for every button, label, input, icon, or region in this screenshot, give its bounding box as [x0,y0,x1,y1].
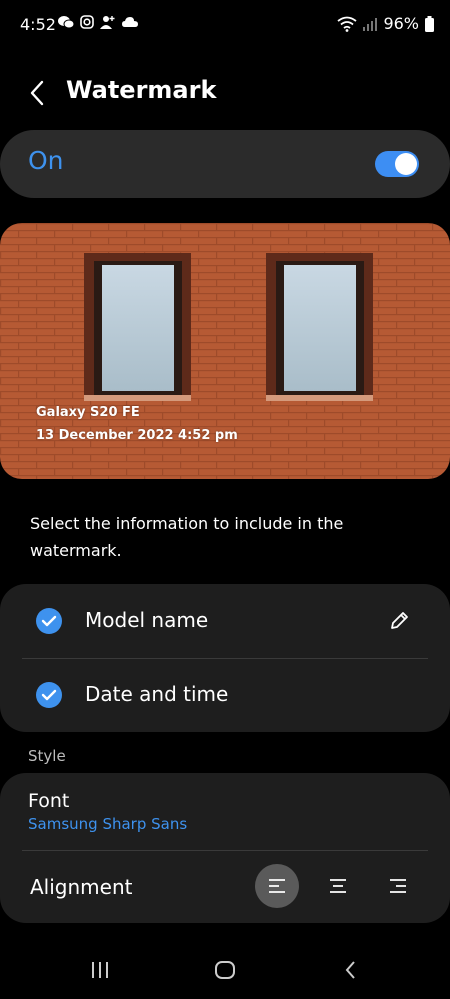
toggle-label: On [28,146,64,175]
watermark-preview-image: Galaxy S20 FE 13 December 2022 4:52 pm [0,223,450,479]
master-toggle-bar[interactable]: On [0,130,450,198]
watermark-model-text: Galaxy S20 FE [36,405,140,420]
system-nav-bar [0,945,450,999]
app-header: Watermark [0,66,450,120]
wifi-icon [337,16,357,32]
divider [22,850,428,851]
switch-knob [395,153,417,175]
option-model-name[interactable]: Model name [0,584,450,658]
font-value: Samsung Sharp Sans [28,815,188,833]
back-arrow-icon[interactable] [24,78,52,108]
watermark-datetime-text: 13 December 2022 4:52 pm [36,428,238,443]
notification-icons [58,15,138,29]
font-label: Font [28,790,70,812]
align-center-button[interactable] [316,864,360,908]
option-label: Model name [85,608,209,632]
back-icon[interactable] [340,959,362,981]
alignment-label: Alignment [30,875,133,899]
edit-pencil-icon[interactable] [388,610,410,632]
info-options-card: Model name Date and time [0,584,450,732]
align-left-icon [269,879,285,893]
align-right-button[interactable] [376,864,420,908]
battery-icon [425,15,434,32]
add-person-icon [100,16,115,29]
page-title: Watermark [66,76,217,104]
checkbox-checked-icon[interactable] [36,608,62,634]
battery-percent: 96% [383,14,419,33]
status-time: 4:52 [20,15,56,34]
option-label: Date and time [85,682,229,706]
home-icon[interactable] [214,959,236,981]
align-center-icon [330,879,346,893]
signal-icon [363,17,378,31]
checkbox-checked-icon[interactable] [36,682,62,708]
master-switch[interactable] [375,151,419,177]
align-left-button[interactable] [255,864,299,908]
recent-apps-icon[interactable] [89,959,111,981]
status-right: 96% [337,14,434,33]
align-right-icon [390,879,406,893]
chat-icon [58,16,74,29]
instagram-icon [80,15,94,29]
section-header-style: Style [28,747,66,765]
cloud-icon [122,17,138,27]
status-bar: 4:52 96% [0,0,450,50]
option-date-time[interactable]: Date and time [0,658,450,732]
description-text: Select the information to include in the… [30,514,344,560]
